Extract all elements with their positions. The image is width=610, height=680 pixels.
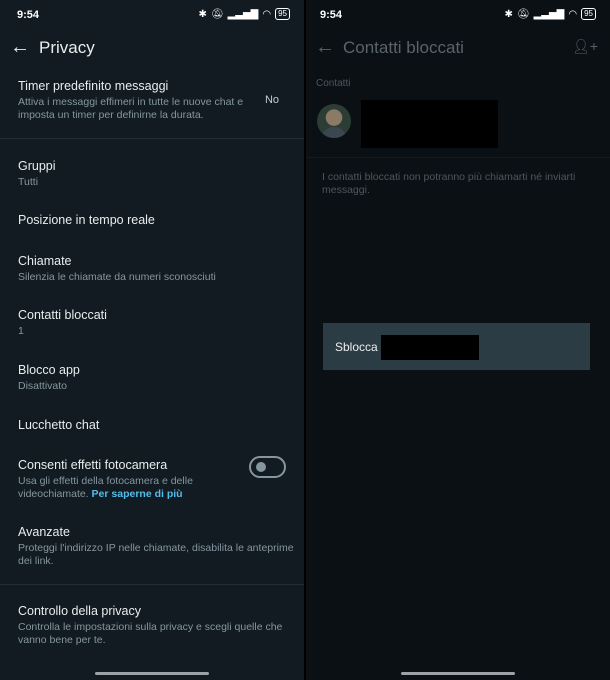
app-bar: ← Privacy	[0, 30, 304, 66]
page-title: Privacy	[39, 38, 95, 57]
setting-title: Timer predefinito messaggi	[18, 79, 169, 93]
mute-icon: 🔕︎	[210, 8, 224, 20]
person-add-icon[interactable]: 👤︎+	[572, 38, 598, 55]
setting-subtitle: Tutti	[18, 176, 39, 188]
setting-title: Lucchetto chat	[18, 418, 100, 432]
section-label: Contatti	[316, 78, 351, 89]
setting-subtitle: Attiva i messaggi effimeri in tutte le n…	[18, 96, 244, 121]
wifi-icon: ◠	[262, 8, 272, 20]
status-icons: ✱ 🔕︎ ▂▃▅▇ ◠ 95	[198, 8, 290, 20]
setting-blocked-contacts[interactable]: Contatti bloccati 1	[18, 308, 294, 338]
setting-privacy-checkup[interactable]: Controllo della privacy Controlla le imp…	[18, 604, 294, 647]
setting-camera-effects[interactable]: Consenti effetti fotocamera Usa gli effe…	[18, 458, 244, 501]
mute-icon: 🔕︎	[516, 8, 530, 20]
bluetooth-icon: ✱	[504, 8, 513, 20]
setting-subtitle: Silenzia le chiamate da numeri sconosciu…	[18, 271, 216, 283]
status-time: 9:54	[320, 9, 343, 21]
setting-subtitle: Proteggi l'indirizzo IP nelle chiamate, …	[18, 542, 294, 567]
setting-title: Gruppi	[18, 159, 56, 173]
app-bar: ← Contatti bloccati 👤︎+	[306, 30, 610, 66]
redacted-contact-name[interactable]	[361, 100, 498, 148]
status-bar: 9:54 ✱ 🔕︎ ▂▃▅▇ ◠ 95	[306, 0, 610, 30]
learn-more-link[interactable]: Per saperne di più	[92, 488, 183, 500]
divider	[0, 584, 304, 585]
divider	[306, 157, 610, 158]
signal-icon: ▂▃▅▇	[533, 8, 565, 20]
setting-subtitle: Controlla le impostazioni sulla privacy …	[18, 621, 283, 646]
setting-subtitle: 1	[18, 325, 24, 337]
setting-title: Avanzate	[18, 525, 70, 539]
setting-live-location[interactable]: Posizione in tempo reale	[18, 213, 294, 227]
status-time: 9:54	[17, 9, 40, 21]
setting-subtitle: Disattivato	[18, 380, 68, 392]
gesture-bar	[95, 672, 209, 675]
setting-title: Posizione in tempo reale	[18, 213, 155, 227]
setting-calls[interactable]: Chiamate Silenzia le chiamate da numeri …	[18, 254, 294, 284]
arrow-left-icon[interactable]: ←	[315, 36, 335, 59]
arrow-left-icon[interactable]: ←	[10, 36, 30, 59]
setting-chat-lock[interactable]: Lucchetto chat	[18, 418, 294, 432]
battery-icon: 95	[581, 8, 596, 20]
setting-subtitle: Usa gli effetti della fotocamera e delle…	[18, 475, 193, 500]
camera-effects-toggle[interactable]	[249, 456, 286, 478]
setting-message-timer[interactable]: Timer predefinito messaggi Attiva i mess…	[18, 79, 264, 122]
signal-icon: ▂▃▅▇	[227, 8, 259, 20]
privacy-screen: 9:54 ✱ 🔕︎ ▂▃▅▇ ◠ 95 ← Privacy Timer pred…	[0, 0, 304, 680]
status-bar: 9:54 ✱ 🔕︎ ▂▃▅▇ ◠ 95	[0, 0, 304, 30]
redacted-name	[381, 335, 479, 360]
avatar[interactable]	[317, 104, 351, 138]
timer-value: No	[264, 94, 279, 106]
page-title: Contatti bloccati	[343, 38, 464, 57]
divider	[0, 138, 304, 139]
setting-title: Chiamate	[18, 254, 72, 268]
setting-title: Consenti effetti fotocamera	[18, 458, 168, 472]
blocked-contacts-screen: 9:54 ✱ 🔕︎ ▂▃▅▇ ◠ 95 ← Contatti bloccati …	[306, 0, 610, 680]
gesture-bar	[401, 672, 515, 675]
unblock-option[interactable]: Sblocca	[335, 340, 378, 354]
wifi-icon: ◠	[568, 8, 578, 20]
setting-app-lock[interactable]: Blocco app Disattivato	[18, 363, 294, 393]
setting-title: Controllo della privacy	[18, 604, 141, 618]
setting-title: Contatti bloccati	[18, 308, 107, 322]
toggle-knob	[256, 462, 266, 472]
blocked-note: I contatti bloccati non potranno più chi…	[322, 171, 576, 196]
unblock-menu: Sblocca	[323, 323, 590, 370]
setting-title: Blocco app	[18, 363, 80, 377]
status-icons: ✱ 🔕︎ ▂▃▅▇ ◠ 95	[504, 8, 596, 20]
setting-advanced[interactable]: Avanzate Proteggi l'indirizzo IP nelle c…	[18, 525, 294, 568]
bluetooth-icon: ✱	[198, 8, 207, 20]
battery-icon: 95	[275, 8, 290, 20]
setting-groups[interactable]: Gruppi Tutti	[18, 159, 294, 189]
